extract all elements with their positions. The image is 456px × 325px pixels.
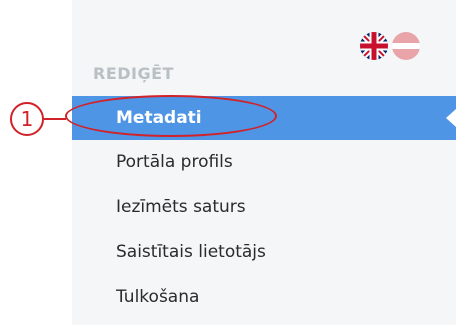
annotation-number-badge: 1 (10, 102, 44, 136)
sidebar-item-label: Portāla profils (116, 152, 233, 172)
sidebar-item-label: Iezīmēts saturs (116, 197, 246, 217)
sidebar-item-label: Tulkošana (116, 287, 200, 307)
latvia-flag-icon[interactable] (392, 32, 420, 60)
sidebar-item-label: Saistītais lietotājs (116, 242, 266, 262)
language-switcher (360, 32, 420, 60)
sidebar-item-portal-profile[interactable]: Portāla profils (72, 140, 456, 185)
sidebar-item-featured-content[interactable]: Iezīmēts saturs (72, 185, 456, 230)
section-heading-edit: REDIĢĒT (93, 64, 174, 83)
sidebar-item-linked-user[interactable]: Saistītais lietotājs (72, 230, 456, 275)
active-pointer-icon (446, 109, 456, 127)
annotation-connector (44, 118, 66, 120)
annotation-highlight-ellipse (65, 95, 277, 137)
sidebar-item-translation[interactable]: Tulkošana (72, 275, 456, 320)
uk-flag-icon[interactable] (360, 32, 388, 60)
